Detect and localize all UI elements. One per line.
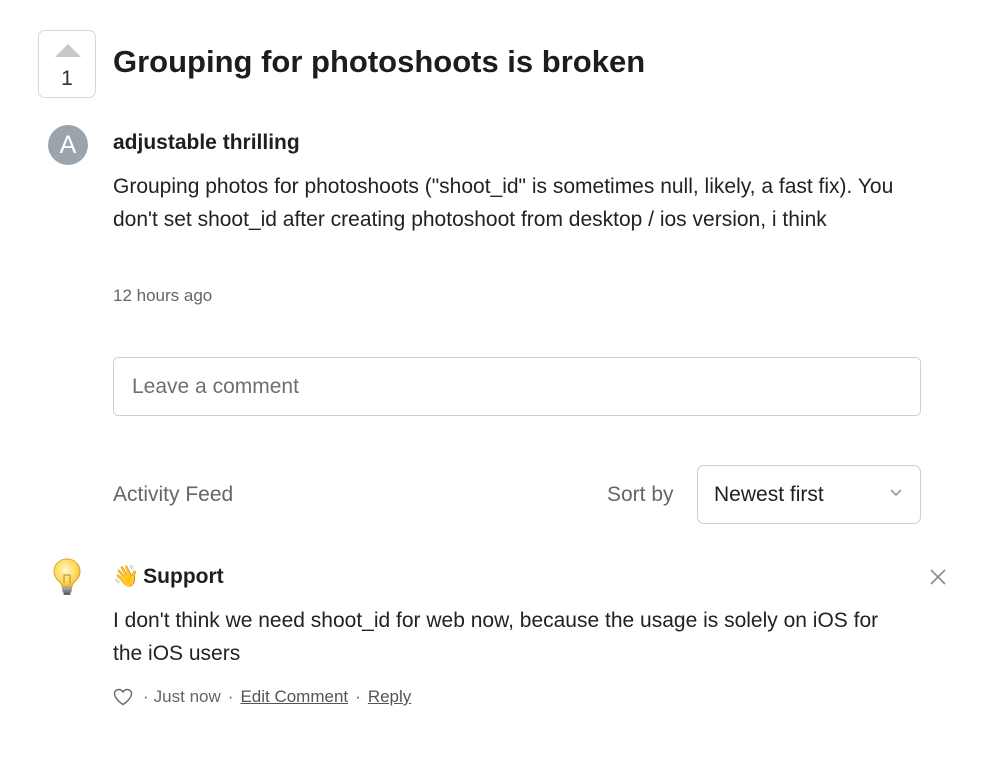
post-title: Grouping for photoshoots is broken <box>113 44 646 79</box>
comment-body: I don't think we need shoot_id for web n… <box>113 609 879 665</box>
post-timestamp: 12 hours ago <box>113 286 213 305</box>
comment-author-name: Support <box>143 565 224 588</box>
upvote-arrow-icon <box>55 44 81 57</box>
meta-separator: · <box>355 687 361 706</box>
close-icon[interactable] <box>929 568 947 586</box>
activity-feed-title: Activity Feed <box>113 483 234 506</box>
author-avatar: A <box>48 125 88 165</box>
meta-separator: · <box>227 687 234 706</box>
post-body: Grouping photos for photoshoots ("shoot_… <box>113 175 894 231</box>
vote-count: 1 <box>61 67 73 90</box>
waving-hand-icon: 👋 <box>113 565 140 588</box>
edit-comment-link[interactable]: Edit Comment <box>240 687 348 707</box>
sort-select[interactable]: Newest first <box>697 465 921 524</box>
comment-timestamp: Just now <box>153 687 221 706</box>
comment-meta: · Just now · Edit Comment · Reply <box>113 686 411 708</box>
lightbulb-icon <box>53 558 81 595</box>
author-name: adjustable thrilling <box>113 131 300 154</box>
comment-input[interactable] <box>113 357 921 416</box>
reply-link[interactable]: Reply <box>368 687 411 707</box>
chevron-down-icon <box>890 489 902 497</box>
sort-selected-value: Newest first <box>714 483 824 506</box>
comment-author: 👋 Support <box>113 565 224 589</box>
upvote-button[interactable]: 1 <box>38 30 96 98</box>
heart-icon[interactable] <box>113 688 133 706</box>
sort-by-label: Sort by <box>607 483 674 506</box>
meta-separator: · <box>143 687 149 706</box>
